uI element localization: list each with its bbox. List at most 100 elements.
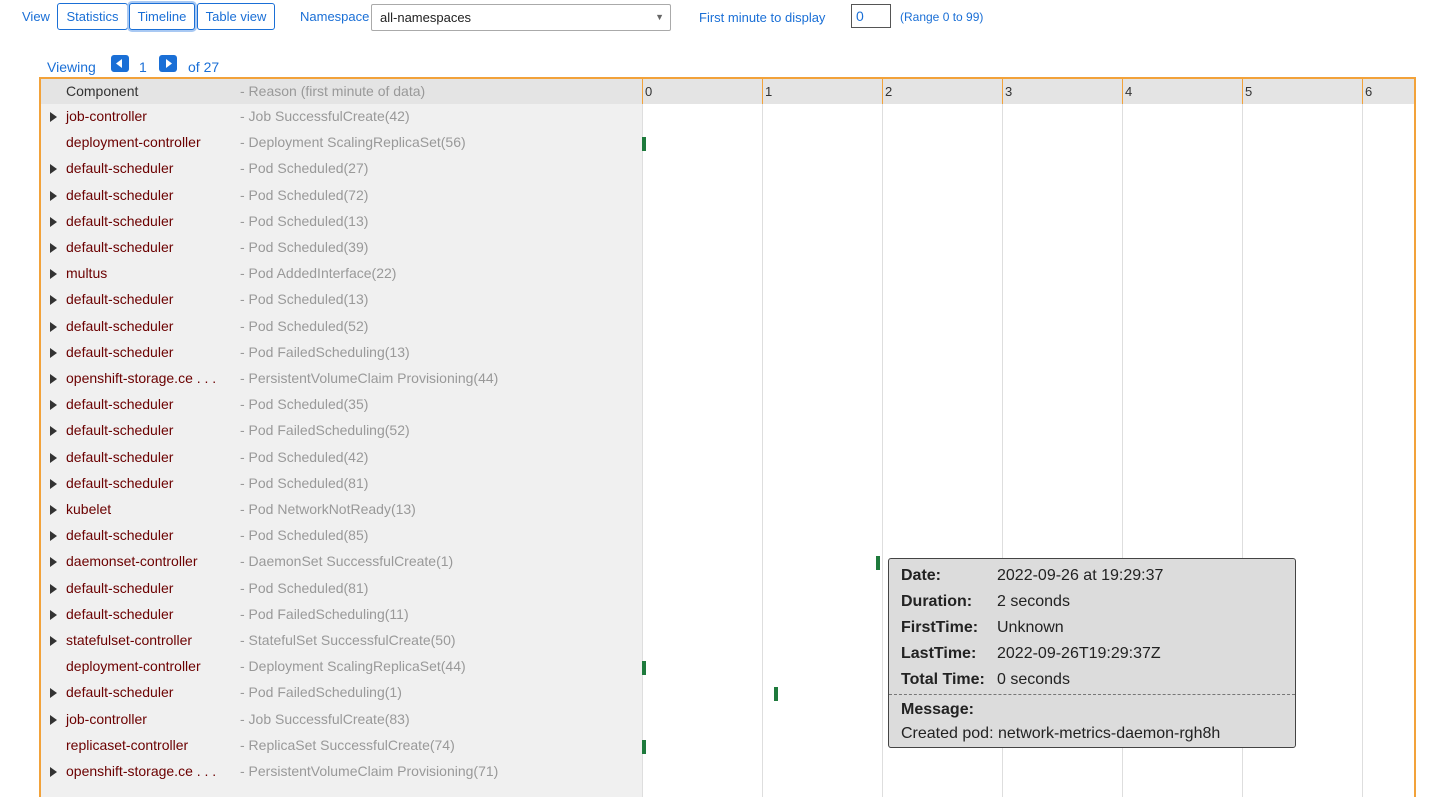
next-page-button[interactable] xyxy=(159,55,177,72)
viewing-label: Viewing xyxy=(47,59,96,75)
namespace-select[interactable]: all-namespaces ▼ xyxy=(371,4,671,31)
page-number: 1 xyxy=(139,59,147,75)
timeline-button[interactable]: Timeline xyxy=(129,3,195,30)
component-name: job-controller xyxy=(66,108,147,124)
component-header: Component xyxy=(66,83,139,99)
expand-arrow-icon[interactable] xyxy=(50,714,57,725)
tooltip-field-key: Date: xyxy=(901,567,942,584)
event-reason: - Job SuccessfulCreate(83) xyxy=(240,710,410,727)
timeline-row[interactable]: openshift-storage.ce . . . - PersistentVo… xyxy=(41,759,642,785)
timeline-row[interactable]: default-scheduler - Pod Scheduled(85) xyxy=(41,523,642,549)
expand-arrow-icon[interactable] xyxy=(50,767,57,777)
minute-tick xyxy=(1002,79,1003,104)
expand-arrow-icon[interactable] xyxy=(50,609,57,620)
timeline-row[interactable]: default-scheduler - Pod FailedScheduling(… xyxy=(41,418,642,444)
event-reason: - Pod Scheduled(52) xyxy=(240,317,369,334)
expand-arrow-icon[interactable] xyxy=(50,583,57,594)
expand-arrow-icon[interactable] xyxy=(50,452,57,463)
minute-tick-label: 3 xyxy=(1005,84,1013,99)
tooltip-field-key: FirstTime: xyxy=(901,619,979,636)
expand-arrow-icon[interactable] xyxy=(50,347,57,358)
expand-arrow-icon[interactable] xyxy=(50,190,57,201)
expand-arrow-icon[interactable] xyxy=(50,216,57,227)
timeline-row[interactable]: default-scheduler - Pod Scheduled(52) xyxy=(41,314,642,340)
tooltip-field-value: 2022-09-26 at 19:29:37 xyxy=(997,567,1164,584)
timeline-row[interactable]: default-scheduler - Pod FailedScheduling(… xyxy=(41,602,642,628)
tooltip-field-value: 0 seconds xyxy=(997,671,1070,688)
timeline-row[interactable]: default-scheduler - Pod Scheduled(13) xyxy=(41,287,642,313)
event-bar[interactable] xyxy=(642,137,646,152)
expand-arrow-icon[interactable] xyxy=(50,269,57,280)
minute-tick xyxy=(1122,79,1123,104)
expand-arrow-icon[interactable] xyxy=(50,374,57,384)
minute-tick-label: 0 xyxy=(645,84,653,99)
component-name: kubelet xyxy=(66,501,112,517)
namespace-value: all-namespaces xyxy=(380,10,472,25)
first-minute-label: First minute to display xyxy=(699,10,826,25)
toolbar: View Statistics Timeline Table view Name… xyxy=(0,0,1429,34)
timeline-row[interactable]: default-scheduler - Pod FailedScheduling(… xyxy=(41,680,642,706)
expand-arrow-icon[interactable] xyxy=(50,112,57,122)
timeline-row[interactable]: default-scheduler - Pod Scheduled(27) xyxy=(41,156,642,182)
timeline-row[interactable]: multus - Pod AddedInterface(22) xyxy=(41,261,642,287)
timeline-row[interactable]: deployment-controller - Deployment Scalin… xyxy=(41,654,642,680)
expand-arrow-icon[interactable] xyxy=(50,426,57,437)
tooltip-divider xyxy=(889,694,1295,695)
expand-arrow-icon[interactable] xyxy=(50,295,57,306)
timeline-row[interactable]: job-controller - Job SuccessfulCreate(83) xyxy=(41,707,642,733)
minute-tick xyxy=(1242,79,1243,104)
event-reason: - Pod FailedScheduling(13) xyxy=(240,343,410,360)
component-name: statefulset-controller xyxy=(66,632,193,648)
prev-page-button[interactable] xyxy=(111,55,129,72)
statistics-button[interactable]: Statistics xyxy=(57,3,128,30)
expand-arrow-icon[interactable] xyxy=(50,557,57,568)
event-reason: - Pod AddedInterface(22) xyxy=(240,265,397,282)
minute-tick-label: 5 xyxy=(1245,84,1253,99)
minute-tick-label: 1 xyxy=(765,84,773,99)
timeline-header: Component - Reason (first minute of data… xyxy=(41,79,1414,104)
timeline-row[interactable]: default-scheduler - Pod Scheduled(81) xyxy=(41,471,642,497)
expand-arrow-icon[interactable] xyxy=(50,688,57,699)
timeline-row[interactable]: default-scheduler - Pod Scheduled(13) xyxy=(41,209,642,235)
event-bar[interactable] xyxy=(642,661,646,676)
event-reason: - Pod FailedScheduling(11) xyxy=(240,605,409,622)
event-reason: - Pod Scheduled(13) xyxy=(240,212,369,229)
timeline-row[interactable]: default-scheduler - Pod Scheduled(42) xyxy=(41,445,642,471)
event-reason: - Job SuccessfulCreate(42) xyxy=(240,108,410,124)
event-reason: - Deployment ScalingReplicaSet(44) xyxy=(240,658,466,675)
timeline-row[interactable]: statefulset-controller - StatefulSet Succ… xyxy=(41,628,642,654)
timeline-row[interactable]: default-scheduler - Pod Scheduled(81) xyxy=(41,576,642,602)
expand-arrow-icon[interactable] xyxy=(50,321,57,332)
expand-arrow-icon[interactable] xyxy=(50,400,57,411)
timeline-row[interactable]: default-scheduler - Pod Scheduled(39) xyxy=(41,235,642,261)
timeline-row[interactable]: kubelet - Pod NetworkNotReady(13) xyxy=(41,497,642,523)
view-label: View xyxy=(22,9,50,24)
timeline-row[interactable]: default-scheduler - Pod Scheduled(35) xyxy=(41,392,642,418)
event-reason: - Pod Scheduled(85) xyxy=(240,527,369,544)
event-reason: - PersistentVolumeClaim Provisioning(71) xyxy=(240,763,499,779)
timeline-row[interactable]: deployment-controller - Deployment Scalin… xyxy=(41,130,642,156)
tooltip-message-value: Created pod: network-metrics-daemon-rgh8… xyxy=(901,725,1221,742)
minute-gridline xyxy=(1362,79,1363,797)
minute-tick xyxy=(1362,79,1363,104)
component-name: default-scheduler xyxy=(66,605,174,622)
expand-arrow-icon[interactable] xyxy=(50,243,57,253)
event-bar[interactable] xyxy=(876,556,880,571)
timeline-row[interactable]: job-controller - Job SuccessfulCreate(42) xyxy=(41,104,642,130)
expand-arrow-icon[interactable] xyxy=(50,531,57,542)
expand-arrow-icon[interactable] xyxy=(50,636,57,646)
event-bar[interactable] xyxy=(642,739,646,754)
timeline-row[interactable]: daemonset-controller - DaemonSet Successf… xyxy=(41,549,642,575)
expand-arrow-icon[interactable] xyxy=(50,164,57,175)
table-view-button[interactable]: Table view xyxy=(197,3,275,30)
timeline-row[interactable]: openshift-storage.ce . . . - PersistentVo… xyxy=(41,366,642,392)
minute-tick xyxy=(762,79,763,104)
expand-arrow-icon[interactable] xyxy=(50,505,57,515)
component-name: deployment-controller xyxy=(66,134,201,151)
first-minute-input[interactable]: 0 xyxy=(851,4,891,28)
timeline-row[interactable]: default-scheduler - Pod Scheduled(72) xyxy=(41,183,642,209)
timeline-row[interactable]: replicaset-controller - ReplicaSet Succes… xyxy=(41,733,642,759)
timeline-row[interactable]: default-scheduler - Pod FailedScheduling(… xyxy=(41,340,642,366)
event-bar[interactable] xyxy=(774,687,778,702)
expand-arrow-icon[interactable] xyxy=(50,478,57,489)
